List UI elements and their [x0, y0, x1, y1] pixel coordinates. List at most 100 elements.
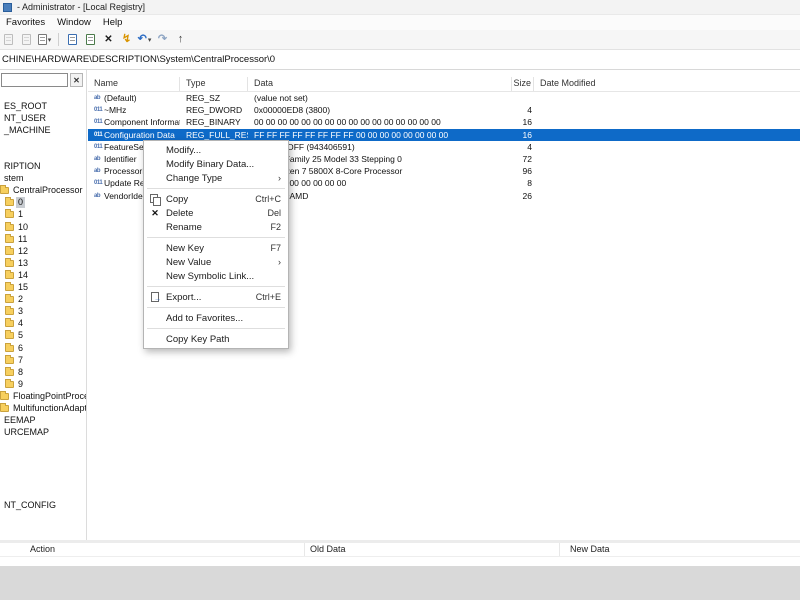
doc-export-icon: [86, 34, 95, 45]
log-column-header-action[interactable]: Action: [0, 543, 305, 556]
tree-item-label: 9: [16, 379, 25, 390]
folder-icon: [5, 248, 14, 255]
tree-item-label: 15: [16, 282, 30, 293]
context-menu-item-delete[interactable]: ✕DeleteDel: [144, 206, 288, 220]
tree-item-11[interactable]: 11: [5, 233, 29, 245]
menu-help[interactable]: Help: [97, 15, 129, 30]
context-menu: Modify...Modify Binary Data...Change Typ…: [143, 140, 289, 349]
context-menu-item-add-to-favorites[interactable]: Add to Favorites...: [144, 311, 288, 325]
menu-item-label: New Symbolic Link...: [166, 271, 281, 282]
up-button[interactable]: ↑: [172, 31, 189, 48]
address-bar[interactable]: CHINE\HARDWARE\DESCRIPTION\System\Centra…: [0, 50, 800, 70]
value-row-default[interactable]: ab(Default)REG_SZ(value not set): [88, 92, 800, 104]
tree-item-eemap[interactable]: EEMAP: [2, 415, 38, 427]
folder-icon: [0, 187, 9, 194]
menu-window[interactable]: Window: [51, 15, 97, 30]
tree-item-1[interactable]: 1: [5, 209, 25, 221]
new-key-button[interactable]: [0, 31, 17, 48]
tree-item-es-root[interactable]: ES_ROOT: [2, 100, 49, 112]
arrow-up-icon: ↑: [178, 34, 184, 45]
column-header-date-modified[interactable]: Date Modified: [534, 77, 800, 91]
column-header-data[interactable]: Data: [248, 77, 512, 91]
compare-button[interactable]: ↯: [118, 31, 135, 48]
folder-icon: [5, 345, 14, 352]
context-menu-item-new-symbolic-link[interactable]: New Symbolic Link...: [144, 269, 288, 283]
tree-item-12[interactable]: 12: [5, 245, 30, 257]
log-column-header-old-data[interactable]: Old Data: [305, 543, 560, 556]
new-value-button[interactable]: [18, 31, 35, 48]
filter-clear-button[interactable]: ✕: [70, 73, 83, 87]
tree-item-label: 13: [16, 258, 30, 269]
tree-item-label: 8: [16, 367, 25, 378]
tree-item-2[interactable]: 2: [5, 294, 25, 306]
log-column-header-new-data[interactable]: New Data: [560, 543, 800, 556]
value-row-configuration-data[interactable]: 011Configuration DataREG_FULL_RESO...FF …: [88, 129, 800, 141]
binary-value-icon: 011: [94, 132, 104, 138]
tree-item-nt-config[interactable]: NT_CONFIG: [2, 499, 58, 511]
value-size-cell: 16: [512, 116, 534, 128]
menu-separator: [147, 328, 285, 329]
toolbar: ▾ ✕↯↶▾ ↷ ↑: [0, 30, 800, 50]
column-header-name[interactable]: Name: [88, 77, 180, 91]
tree-item-6[interactable]: 6: [5, 342, 25, 354]
value-name-cell: 011Component Informati...: [88, 116, 180, 128]
tree-filter-input[interactable]: [1, 73, 68, 87]
value-name-text: Identifier: [104, 154, 137, 164]
tree-item-label: 3: [16, 306, 25, 317]
tree-item-label: 0: [16, 197, 25, 208]
column-header-size[interactable]: Size: [512, 77, 534, 91]
tree-item-3[interactable]: 3: [5, 306, 25, 318]
tree-item-multifunctionadapter[interactable]: MultifunctionAdapter: [0, 403, 87, 415]
forward-button[interactable]: ↷: [154, 31, 171, 48]
tree-item-label: 1: [16, 209, 25, 220]
tree-item-15[interactable]: 15: [5, 282, 30, 294]
menu-favorites[interactable]: Favorites: [0, 15, 51, 30]
tree-item-label: 5: [16, 330, 25, 341]
tree-item-10[interactable]: 10: [5, 221, 30, 233]
tree-item-7[interactable]: 7: [5, 354, 25, 366]
dropdown-caret-icon: ▾: [148, 36, 152, 44]
back-button[interactable]: ↶▾: [136, 31, 153, 48]
value-name-text: (Default): [104, 93, 137, 103]
context-menu-item-rename[interactable]: RenameF2: [144, 220, 288, 234]
tree-item-5[interactable]: 5: [5, 330, 25, 342]
tree-item-label: 12: [16, 246, 30, 257]
tree-item-nt-user[interactable]: NT_USER: [2, 112, 48, 124]
tree-item-8[interactable]: 8: [5, 366, 25, 378]
tree-item-machine[interactable]: _MACHINE: [2, 124, 53, 136]
value-row-mhz[interactable]: 011~MHzREG_DWORD0x00000ED8 (3800)4: [88, 104, 800, 116]
folder-icon: [0, 405, 9, 412]
tree-item-14[interactable]: 14: [5, 269, 30, 281]
tree-item-centralprocessor[interactable]: CentralProcessor: [0, 185, 85, 197]
delete-button[interactable]: ✕: [100, 31, 117, 48]
tree-item-label: NT_CONFIG: [2, 500, 58, 511]
delete-icon: ✕: [151, 209, 159, 218]
column-header-type[interactable]: Type: [180, 77, 248, 91]
context-menu-item-new-value[interactable]: New Value›: [144, 255, 288, 269]
context-menu-item-modify[interactable]: Modify...: [144, 143, 288, 157]
value-row-component-informati[interactable]: 011Component Informati...REG_BINARY00 00…: [88, 116, 800, 128]
value-date-cell: [534, 129, 800, 141]
context-menu-item-copy-key-path[interactable]: Copy Key Path: [144, 332, 288, 346]
export-button[interactable]: [82, 31, 99, 48]
tree-item-floatingpointprocessor[interactable]: FloatingPointProcessor: [0, 390, 87, 402]
import-button[interactable]: [64, 31, 81, 48]
paste-button[interactable]: ▾: [36, 31, 53, 48]
tree-item-stem[interactable]: stem: [2, 173, 26, 185]
tree-item-4[interactable]: 4: [5, 318, 25, 330]
folder-icon: [5, 320, 14, 327]
tree-item-ription[interactable]: RIPTION: [2, 161, 43, 173]
tree-item-9[interactable]: 9: [5, 378, 25, 390]
arrow-right-icon: ↷: [158, 34, 167, 45]
string-value-icon: ab: [94, 193, 104, 199]
context-menu-item-new-key[interactable]: New KeyF7: [144, 241, 288, 255]
tree-item-urcemap[interactable]: URCEMAP: [2, 427, 51, 439]
context-menu-item-change-type[interactable]: Change Type›: [144, 171, 288, 185]
tree-item-13[interactable]: 13: [5, 257, 30, 269]
context-menu-item-modify-binary-data[interactable]: Modify Binary Data...: [144, 157, 288, 171]
tree-item-0[interactable]: 0: [5, 197, 25, 209]
context-menu-item-export[interactable]: Export...Ctrl+E: [144, 290, 288, 304]
context-menu-item-copy[interactable]: CopyCtrl+C: [144, 192, 288, 206]
folder-icon: [0, 393, 9, 400]
tree-item-label: ES_ROOT: [2, 101, 49, 112]
